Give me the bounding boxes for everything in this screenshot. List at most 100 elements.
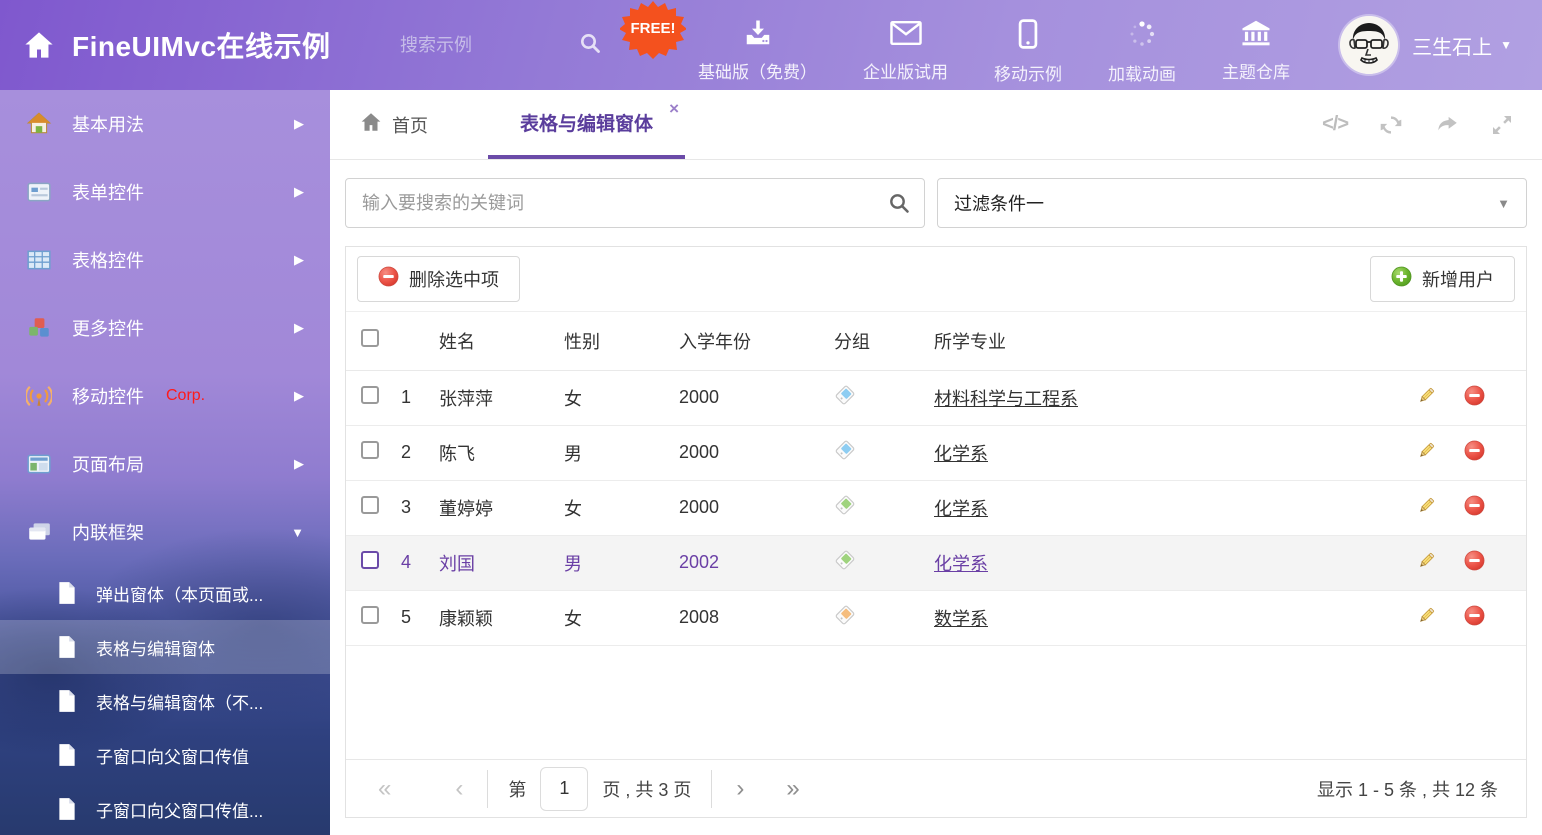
add-user-button[interactable]: 新增用户 bbox=[1370, 256, 1515, 302]
delete-icon[interactable] bbox=[1464, 385, 1485, 406]
sidebar-item-label: 更多控件 bbox=[72, 315, 144, 341]
delete-icon[interactable] bbox=[1464, 550, 1485, 571]
column-header-group: 分组 bbox=[834, 312, 934, 370]
select-all-checkbox[interactable] bbox=[361, 329, 379, 347]
app-header: FineUIMvc在线示例 FREE! 基础版（免费） bbox=[0, 0, 1542, 90]
close-icon[interactable]: × bbox=[669, 100, 679, 117]
sidebar-subitem-child-to-parent-2[interactable]: 子窗口向父窗口传值... bbox=[0, 782, 330, 835]
cell-name: 刘国 bbox=[439, 535, 564, 590]
column-header-name: 姓名 bbox=[439, 312, 564, 370]
major-link[interactable]: 化学系 bbox=[934, 444, 988, 464]
spinner-icon bbox=[1127, 19, 1157, 54]
envelope-icon bbox=[890, 19, 922, 52]
sidebar-subitem-child-to-parent[interactable]: 子窗口向父窗口传值 bbox=[0, 728, 330, 782]
row-checkbox[interactable] bbox=[361, 606, 379, 624]
filter-dropdown[interactable]: 过滤条件一 ▼ bbox=[937, 178, 1527, 228]
edit-icon[interactable] bbox=[1416, 440, 1437, 461]
delete-icon[interactable] bbox=[1464, 605, 1485, 626]
sidebar-item-mobile-controls[interactable]: 移动控件 Corp. ▶ bbox=[0, 362, 330, 430]
add-circle-icon bbox=[1391, 266, 1412, 292]
view-source-icon[interactable]: </> bbox=[1322, 113, 1348, 136]
sidebar-item-basic-usage[interactable]: 基本用法 ▶ bbox=[0, 90, 330, 158]
form-icon bbox=[26, 179, 52, 205]
sidebar-item-form-controls[interactable]: 表单控件 ▶ bbox=[0, 158, 330, 226]
column-header-edit bbox=[1416, 312, 1464, 370]
tag-icon bbox=[834, 549, 856, 571]
content-area: 过滤条件一 ▼ 删除选中项 新增用户 bbox=[330, 160, 1542, 835]
edit-icon[interactable] bbox=[1416, 495, 1437, 516]
header-search-input[interactable] bbox=[400, 35, 550, 56]
row-checkbox[interactable] bbox=[361, 551, 379, 569]
chevron-right-icon: ▶ bbox=[294, 252, 304, 268]
chevron-right-icon: ▶ bbox=[294, 184, 304, 200]
table-row[interactable]: 2陈飞男2000化学系 bbox=[346, 425, 1526, 480]
last-page-icon[interactable]: » bbox=[782, 777, 803, 801]
filter-row: 过滤条件一 ▼ bbox=[345, 178, 1527, 228]
expand-icon[interactable] bbox=[1490, 113, 1514, 137]
app-window: FineUIMvc在线示例 FREE! 基础版（免费） bbox=[0, 0, 1542, 835]
tab-tools: </> bbox=[1322, 90, 1542, 159]
tab-label: 表格与编辑窗体 bbox=[520, 109, 653, 136]
page-number-input[interactable] bbox=[540, 767, 588, 811]
edit-icon[interactable] bbox=[1416, 605, 1437, 626]
column-header-delete bbox=[1464, 312, 1526, 370]
sidebar-item-more-controls[interactable]: 更多控件 ▶ bbox=[0, 294, 330, 362]
filter-dropdown-value: 过滤条件一 bbox=[954, 190, 1044, 216]
major-link[interactable]: 化学系 bbox=[934, 499, 988, 519]
nav-label: 加载动画 bbox=[1108, 60, 1176, 85]
share-icon[interactable] bbox=[1434, 112, 1460, 138]
main-panel: 首页 表格与编辑窗体 × </> bbox=[330, 90, 1542, 835]
table-row[interactable]: 4刘国男2002化学系 bbox=[346, 535, 1526, 590]
sidebar-subitem-label: 表格与编辑窗体（不... bbox=[96, 689, 263, 714]
cell-name: 张萍萍 bbox=[439, 370, 564, 425]
table-row[interactable]: 1张萍萍女2000材料科学与工程系 bbox=[346, 370, 1526, 425]
delete-selected-button[interactable]: 删除选中项 bbox=[357, 256, 520, 302]
nav-item-enterprise-trial[interactable]: 企业版试用 bbox=[863, 5, 948, 83]
cell-year: 2002 bbox=[679, 535, 834, 590]
user-menu[interactable]: 三生石上 ▼ bbox=[1340, 16, 1542, 74]
first-page-icon[interactable]: « bbox=[374, 777, 395, 801]
delete-icon[interactable] bbox=[1464, 440, 1485, 461]
nav-item-theme-repo[interactable]: 主题仓库 bbox=[1222, 5, 1290, 83]
major-link[interactable]: 数学系 bbox=[934, 609, 988, 629]
major-link[interactable]: 材料科学与工程系 bbox=[934, 389, 1078, 409]
pagination-summary: 显示 1 - 5 条 , 共 12 条 bbox=[1317, 776, 1498, 802]
sidebar-item-inline-frame[interactable]: 内联框架 ▼ bbox=[0, 498, 330, 566]
tag-icon bbox=[834, 439, 856, 461]
search-icon[interactable] bbox=[578, 31, 602, 60]
edit-icon[interactable] bbox=[1416, 385, 1437, 406]
row-checkbox[interactable] bbox=[361, 386, 379, 404]
prev-page-icon[interactable]: ‹ bbox=[451, 777, 467, 801]
chevron-right-icon: ▶ bbox=[294, 456, 304, 472]
sidebar-item-page-layout[interactable]: 页面布局 ▶ bbox=[0, 430, 330, 498]
edit-icon[interactable] bbox=[1416, 550, 1437, 571]
nav-item-mobile-demo[interactable]: 移动示例 bbox=[994, 5, 1062, 85]
nav-item-basic-free[interactable]: FREE! 基础版（免费） bbox=[698, 5, 817, 83]
tab-home[interactable]: 首页 bbox=[330, 90, 458, 159]
major-link[interactable]: 化学系 bbox=[934, 554, 988, 574]
next-page-icon[interactable]: › bbox=[732, 777, 748, 801]
header-nav: FREE! 基础版（免费） 企业版试用 移动示例 bbox=[698, 5, 1290, 85]
table-row[interactable]: 5康颖颖女2008数学系 bbox=[346, 590, 1526, 645]
brand[interactable]: FineUIMvc在线示例 bbox=[0, 25, 400, 65]
table-row[interactable]: 3董婷婷女2000化学系 bbox=[346, 480, 1526, 535]
delete-icon[interactable] bbox=[1464, 495, 1485, 516]
sidebar-subitem-grid-edit-window[interactable]: 表格与编辑窗体 bbox=[0, 620, 330, 674]
row-checkbox[interactable] bbox=[361, 441, 379, 459]
sidebar-item-label: 表单控件 bbox=[72, 179, 144, 205]
sidebar-item-grid-controls[interactable]: 表格控件 ▶ bbox=[0, 226, 330, 294]
sidebar-subitem-popup-window[interactable]: 弹出窗体（本页面或... bbox=[0, 566, 330, 620]
row-number: 1 bbox=[401, 370, 439, 425]
tab-grid-edit-window[interactable]: 表格与编辑窗体 × bbox=[488, 90, 685, 159]
keyword-search-input[interactable] bbox=[345, 178, 925, 228]
corp-badge: Corp. bbox=[166, 387, 205, 405]
sidebar-item-label: 基本用法 bbox=[72, 111, 144, 137]
sidebar-subitem-grid-edit-window-2[interactable]: 表格与编辑窗体（不... bbox=[0, 674, 330, 728]
nav-item-loading-animation[interactable]: 加载动画 bbox=[1108, 5, 1176, 85]
row-checkbox[interactable] bbox=[361, 496, 379, 514]
refresh-icon[interactable] bbox=[1378, 112, 1404, 138]
sidebar-subitem-label: 子窗口向父窗口传值... bbox=[96, 797, 263, 822]
tag-icon bbox=[834, 494, 856, 516]
search-icon[interactable] bbox=[887, 191, 911, 220]
page-prefix: 第 bbox=[508, 776, 526, 802]
